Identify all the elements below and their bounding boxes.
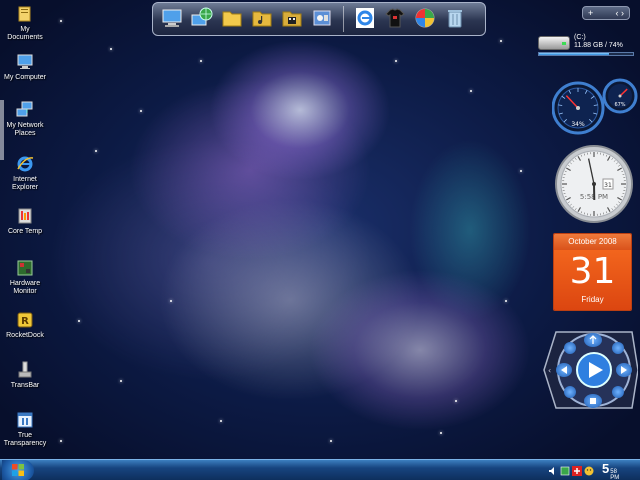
- memory-percent-label: 67%: [614, 102, 625, 108]
- desktop-icon-transbar[interactable]: TransBar: [2, 360, 48, 390]
- network-icon: [15, 100, 35, 120]
- dock-separator: [343, 6, 344, 32]
- desktop-icon-label: My Documents: [7, 26, 43, 41]
- dock-item-folder[interactable]: [219, 5, 245, 33]
- taskbar: 5 58 PM: [0, 459, 640, 480]
- sidebar-controls: + ‹ ›: [582, 6, 630, 20]
- media-play-button[interactable]: [577, 353, 611, 387]
- desktop-icon-label: My Computer: [3, 74, 46, 81]
- internet-explorer-icon: [354, 7, 376, 31]
- true-transparency-icon: [15, 410, 35, 430]
- rocketdock-icon: R: [15, 310, 35, 330]
- desktop-icon-label: Core Temp: [7, 228, 43, 235]
- desktop-icon-rocketdock[interactable]: R RocketDock: [2, 310, 48, 340]
- dock-item-recycle-bin[interactable]: [442, 5, 468, 33]
- desktop-icon-true-transparency[interactable]: True Transparency: [2, 410, 48, 448]
- windows-logo-icon: [11, 463, 25, 479]
- media-next-button[interactable]: [616, 363, 632, 377]
- taskbar-clock-minutes-ampm: 58 PM: [610, 469, 619, 480]
- sidebar-add-gadget-button[interactable]: +: [588, 8, 593, 18]
- drive-usage-bar: [538, 52, 634, 56]
- dock-item-network[interactable]: [189, 5, 215, 33]
- thermometer-icon: [15, 206, 35, 226]
- media-previous-button[interactable]: [556, 363, 572, 377]
- taskbar-clock-hour: 5: [602, 460, 610, 476]
- clock-gadget[interactable]: 31 5:58 PM: [554, 144, 634, 224]
- dock-item-tshirt[interactable]: [382, 5, 408, 33]
- windows-update-icon: [414, 7, 436, 31]
- media-stop-button[interactable]: [612, 386, 624, 398]
- network-status-icon[interactable]: [560, 466, 570, 476]
- transbar-icon: [15, 360, 35, 380]
- dock-item-internet-explorer[interactable]: [352, 5, 378, 33]
- desktop-icon-my-computer[interactable]: My Computer: [2, 52, 48, 82]
- drive-usage-fill: [539, 53, 609, 55]
- taskbar-clock-ampm: PM: [610, 474, 620, 480]
- desktop-icon-label: True Transparency: [3, 432, 47, 447]
- desktop-icon-hardware-monitor[interactable]: Hardware Monitor: [2, 258, 48, 296]
- drive-usage-text: 11.88 GB / 74%: [574, 42, 623, 49]
- volume-icon[interactable]: [548, 466, 558, 476]
- media-volume-button[interactable]: [612, 342, 624, 354]
- cpu-percent-label: 34%: [571, 121, 585, 128]
- rocketdock-bar: [152, 2, 486, 36]
- dock-item-control-panel[interactable]: [309, 5, 335, 33]
- desktop-icon-label: Hardware Monitor: [9, 280, 41, 295]
- clock-date-badge: 31: [604, 182, 612, 189]
- control-panel-icon: [311, 7, 333, 31]
- desktop-icon-core-temp[interactable]: Core Temp: [2, 206, 48, 236]
- drive-meter-gadget[interactable]: (C:) 11.88 GB / 74%: [538, 34, 638, 58]
- core-temp-icon[interactable]: [572, 465, 582, 476]
- dock-item-video-folder[interactable]: [279, 5, 305, 33]
- computer-icon: [15, 52, 35, 72]
- messenger-icon[interactable]: [584, 466, 594, 476]
- media-mute-button[interactable]: [564, 386, 576, 398]
- media-player-gadget: ‹: [536, 326, 639, 414]
- start-button[interactable]: [2, 460, 34, 480]
- svg-text:‹: ‹: [548, 366, 551, 375]
- folder-music-icon: [251, 7, 273, 31]
- desktop-icon-label: Internet Explorer: [11, 176, 39, 191]
- calendar-gadget[interactable]: October 2008 31 Friday: [553, 233, 632, 311]
- media-down-button[interactable]: [584, 394, 602, 408]
- desktop-icon-label: TransBar: [10, 382, 40, 389]
- desktop-icon-label: RocketDock: [6, 332, 44, 339]
- folder-video-icon: [281, 7, 303, 31]
- dock-item-computer[interactable]: [159, 5, 185, 33]
- dock-item-windows-update[interactable]: [412, 5, 438, 33]
- internet-explorer-icon: [15, 154, 35, 174]
- folder-documents-icon: [15, 4, 35, 24]
- calendar-day-number: 31: [569, 251, 616, 292]
- desktop-icon-my-network-places[interactable]: My Network Places: [2, 100, 48, 138]
- network-globe-icon: [191, 7, 213, 31]
- sidebar-nav-buttons[interactable]: ‹ ›: [616, 8, 625, 18]
- calendar-body: 31 Friday: [554, 250, 631, 310]
- desktop-icon-label: My Network Places: [6, 122, 44, 137]
- taskbar-clock[interactable]: 5 58 PM: [602, 461, 619, 480]
- hardware-monitor-icon: [15, 258, 35, 278]
- recycle-bin-icon: [444, 7, 466, 31]
- tshirt-icon: [384, 7, 406, 31]
- computer-icon: [161, 7, 183, 31]
- media-up-button[interactable]: [584, 333, 602, 347]
- dock-item-music-folder[interactable]: [249, 5, 275, 33]
- svg-text:R: R: [21, 316, 29, 327]
- drive-name: (C:): [574, 34, 586, 41]
- folder-icon: [221, 7, 243, 31]
- desktop-icon-my-documents[interactable]: My Documents: [2, 4, 48, 42]
- calendar-weekday: Friday: [581, 295, 604, 304]
- desktop-icon-internet-explorer[interactable]: Internet Explorer: [2, 154, 48, 192]
- hard-drive-icon: [538, 36, 570, 50]
- system-tray: 5 58 PM: [548, 461, 638, 480]
- cpu-meter-gadget[interactable]: 34% 67%: [551, 76, 638, 138]
- calendar-month-year: October 2008: [554, 234, 631, 250]
- media-settings-button[interactable]: [564, 342, 576, 354]
